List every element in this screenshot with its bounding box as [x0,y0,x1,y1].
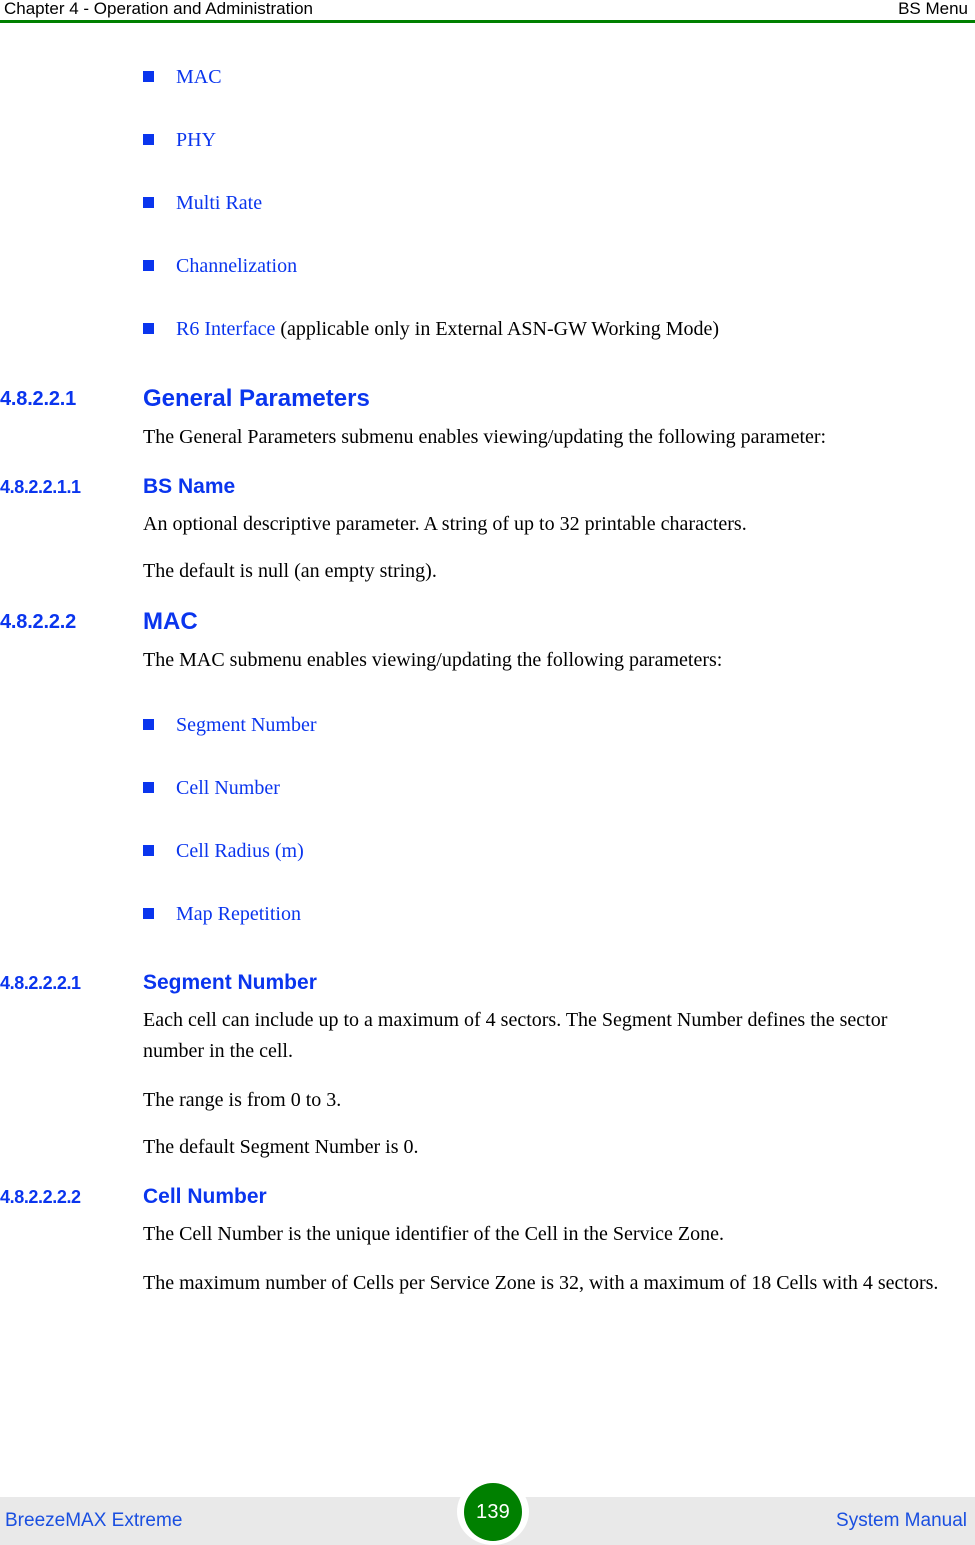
list-item[interactable]: Cell Number [0,775,975,802]
bullet-square-icon [143,908,154,919]
bullet-square-icon [143,845,154,856]
section-number: 4.8.2.2.1 [0,388,77,410]
list-item[interactable]: Cell Radius (m) [0,838,975,865]
paragraph: An optional descriptive parameter. A str… [143,513,747,535]
section-number: 4.8.2.2.2 [0,611,77,633]
page-content: MAC PHY Multi Rate Channelization R6 Int… [0,23,975,1299]
page-number: 139 [476,1500,510,1523]
paragraph: The Cell Number is the unique identifier… [143,1223,724,1245]
bullet-square-icon [143,719,154,730]
paragraph: The General Parameters submenu enables v… [143,426,827,448]
section-title: BS Name [143,475,236,498]
section-heading-cell-number: 4.8.2.2.2.2 Cell Number [0,1183,975,1211]
header-chapter-title: Chapter 4 - Operation and Administration [4,0,314,18]
footer-product-name: BreezeMAX Extreme [5,1510,183,1531]
submenu-link-label[interactable]: MAC [176,66,222,88]
mac-parameter-link-label[interactable]: Cell Radius (m) [176,840,304,862]
bullet-square-icon [143,260,154,271]
section-title: General Parameters [143,385,370,412]
section-heading-segment-number: 4.8.2.2.2.1 Segment Number [0,969,975,997]
list-item[interactable]: Segment Number [0,712,975,739]
list-item[interactable]: Map Repetition [0,901,975,928]
paragraph: The range is from 0 to 3. [143,1089,342,1111]
section-title: Cell Number [143,1185,267,1208]
submenu-link-label[interactable]: Channelization [176,255,297,277]
page-number-badge: 139 [457,1478,529,1545]
section-heading-general-parameters: 4.8.2.2.1 General Parameters [0,384,975,414]
paragraph: The default is null (an empty string). [143,560,437,582]
mac-parameter-link-label[interactable]: Map Repetition [176,903,301,925]
section-title: MAC [143,608,198,635]
submenu-link-label[interactable]: Multi Rate [176,192,262,214]
submenu-link-label[interactable]: PHY [176,129,216,151]
footer-document-name: System Manual [836,1510,967,1531]
bullet-square-icon [143,197,154,208]
section-number: 4.8.2.2.2.2 [0,1187,81,1207]
paragraph: The MAC submenu enables viewing/updating… [143,649,723,671]
list-item[interactable]: Channelization [0,253,975,280]
bullet-square-icon [143,782,154,793]
submenu-link-list: MAC PHY Multi Rate Channelization R6 Int… [0,64,975,343]
mac-parameter-link-label[interactable]: Segment Number [176,714,317,736]
submenu-link-note: (applicable only in External ASN-GW Work… [275,318,720,340]
section-number: 4.8.2.2.1.1 [0,477,81,497]
section-title: Segment Number [143,971,317,994]
bullet-square-icon [143,323,154,334]
submenu-link-label[interactable]: R6 Interface [176,318,275,340]
section-number: 4.8.2.2.2.1 [0,973,81,993]
section-heading-mac: 4.8.2.2.2 MAC [0,607,975,637]
paragraph: The maximum number of Cells per Service … [143,1272,939,1294]
mac-parameter-link-label[interactable]: Cell Number [176,777,280,799]
section-heading-bs-name: 4.8.2.2.1.1 BS Name [0,473,975,501]
mac-parameter-link-list: Segment Number Cell Number Cell Radius (… [0,712,975,928]
list-item[interactable]: MAC [0,64,975,91]
paragraph: Each cell can include up to a maximum of… [143,1009,888,1062]
list-item[interactable]: Multi Rate [0,190,975,217]
list-item[interactable]: PHY [0,127,975,154]
bullet-square-icon [143,134,154,145]
page-number-disc: 139 [464,1482,522,1541]
paragraph: The default Segment Number is 0. [143,1136,419,1158]
bullet-square-icon [143,71,154,82]
list-item[interactable]: R6 Interface (applicable only in Externa… [0,316,975,343]
header-section-title: BS Menu [898,0,968,18]
